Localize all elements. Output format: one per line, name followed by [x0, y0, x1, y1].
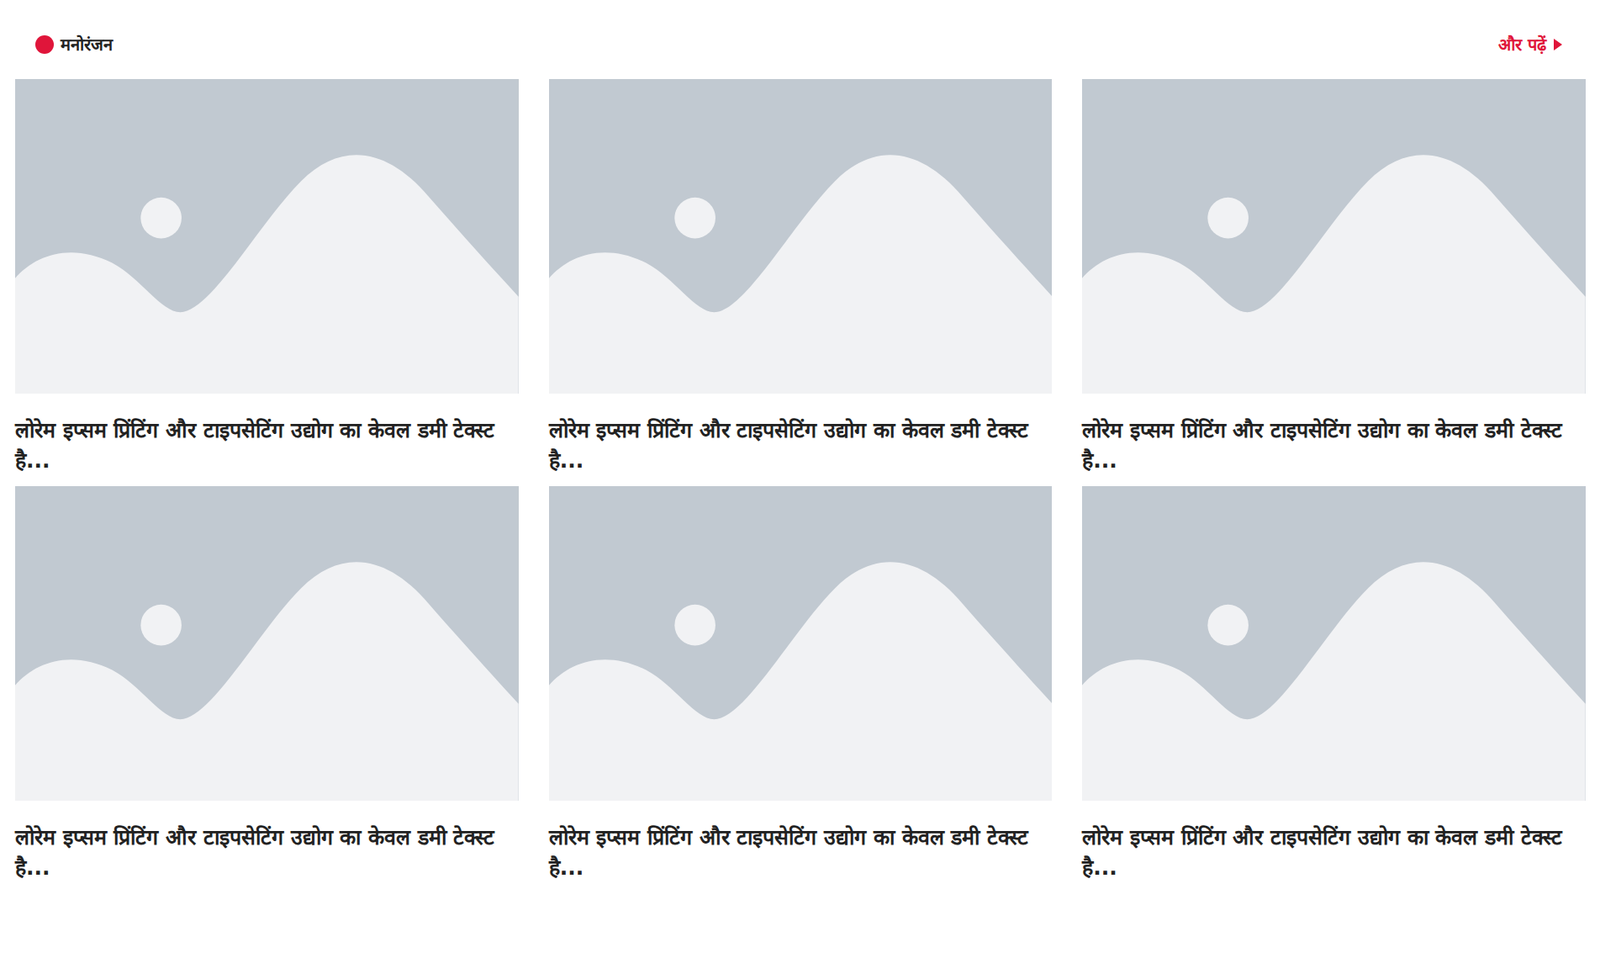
bullet-dot-icon	[35, 35, 54, 54]
image-placeholder-icon[interactable]	[549, 79, 1053, 394]
image-placeholder-icon[interactable]	[1082, 485, 1586, 801]
section-title: मनोरंजन	[60, 33, 113, 56]
article-link[interactable]: लोरेम इप्सम प्रिंटिंग और टाइपसेटिंग उद्य…	[549, 824, 1029, 880]
article-link[interactable]: लोरेम इप्सम प्रिंटिंग और टाइपसेटिंग उद्य…	[1082, 417, 1562, 473]
article-title: लोरेम इप्सम प्रिंटिंग और टाइपसेटिंग उद्य…	[1082, 822, 1586, 883]
more-link[interactable]: और पढ़ें	[1498, 33, 1564, 56]
image-placeholder-icon[interactable]	[549, 485, 1053, 801]
article-card[interactable]: लोरेम इप्सम प्रिंटिंग और टाइपसेटिंग उद्य…	[15, 79, 519, 486]
article-card[interactable]: लोरेम इप्सम प्रिंटिंग और टाइपसेटिंग उद्य…	[1082, 79, 1586, 486]
article-card[interactable]: लोरेम इप्सम प्रिंटिंग और टाइपसेटिंग उद्य…	[15, 485, 519, 893]
more-label[interactable]: और पढ़ें	[1498, 33, 1547, 56]
play-arrow-icon	[1552, 37, 1564, 52]
article-link[interactable]: लोरेम इप्सम प्रिंटिंग और टाइपसेटिंग उद्य…	[549, 417, 1029, 473]
article-title: लोरेम इप्सम प्रिंटिंग और टाइपसेटिंग उद्य…	[549, 415, 1053, 476]
section-label: मनोरंजन	[35, 33, 113, 56]
article-link[interactable]: लोरेम इप्सम प्रिंटिंग और टाइपसेटिंग उद्य…	[15, 417, 495, 473]
article-title: लोरेम इप्सम प्रिंटिंग और टाइपसेटिंग उद्य…	[549, 822, 1053, 883]
article-link[interactable]: लोरेम इप्सम प्रिंटिंग और टाइपसेटिंग उद्य…	[15, 824, 495, 880]
article-card[interactable]: लोरेम इप्सम प्रिंटिंग और टाइपसेटिंग उद्य…	[549, 79, 1053, 486]
section-header: मनोरंजन और पढ़ें	[0, 0, 1600, 59]
article-title: लोरेम इप्सम प्रिंटिंग और टाइपसेटिंग उद्य…	[1082, 415, 1586, 476]
article-card[interactable]: लोरेम इप्सम प्रिंटिंग और टाइपसेटिंग उद्य…	[549, 485, 1053, 893]
article-link[interactable]: लोरेम इप्सम प्रिंटिंग और टाइपसेटिंग उद्य…	[1082, 824, 1562, 880]
image-placeholder-icon[interactable]	[1082, 79, 1586, 394]
article-card[interactable]: लोरेम इप्सम प्रिंटिंग और टाइपसेटिंग उद्य…	[1082, 485, 1586, 893]
article-title: लोरेम इप्सम प्रिंटिंग और टाइपसेटिंग उद्य…	[15, 415, 519, 476]
image-placeholder-icon[interactable]	[15, 79, 519, 394]
article-grid: लोरेम इप्सम प्रिंटिंग और टाइपसेटिंग उद्य…	[0, 58, 1600, 893]
article-title: लोरेम इप्सम प्रिंटिंग और टाइपसेटिंग उद्य…	[15, 822, 519, 883]
image-placeholder-icon[interactable]	[15, 485, 519, 801]
